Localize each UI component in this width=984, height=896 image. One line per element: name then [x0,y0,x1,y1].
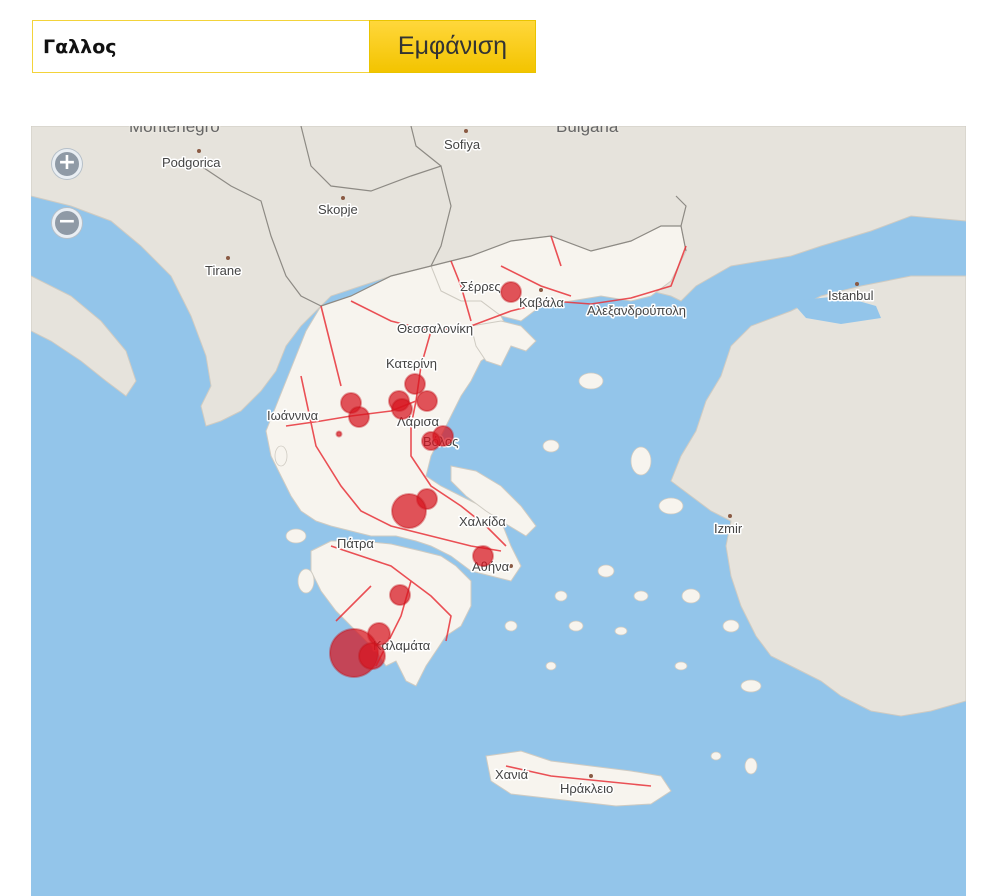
marker-serres[interactable] [500,281,522,303]
city-label-podgorica: Podgorica [162,155,221,170]
marker-kalamata[interactable] [358,642,386,670]
search-bar: Εμφάνιση [32,20,536,73]
map-canvas[interactable]: Montenegro Bulgaria Podgorica Sofiya Sko… [31,126,966,896]
city-label-sofiya: Sofiya [444,137,481,152]
city-label-istanbul: Istanbul [828,288,874,303]
city-label-serres: Σέρρες [460,279,501,294]
zoom-out-button[interactable]: − [52,208,82,238]
zoom-in-button[interactable]: + [52,149,82,179]
marker[interactable] [421,431,441,451]
city-label-alexandroupoli: Αλεξανδρούπολη [587,303,686,318]
marker[interactable] [391,398,413,420]
country-label-bulgaria: Bulgaria [556,126,619,136]
city-label-irakleio: Ηράκλειο [560,781,613,796]
city-label-skopje: Skopje [318,202,358,217]
marker[interactable] [335,430,343,438]
marker-athina[interactable] [472,545,494,567]
city-label-kavala: Καβάλα [519,295,564,310]
search-input[interactable] [32,20,369,73]
map[interactable]: Montenegro Bulgaria Podgorica Sofiya Sko… [31,126,966,896]
marker[interactable] [404,373,426,395]
marker[interactable] [416,390,438,412]
show-button[interactable]: Εμφάνιση [369,20,536,73]
city-label-chalkida: Χαλκίδα [459,514,506,529]
marker[interactable] [348,406,370,428]
country-label-montenegro: Montenegro [129,126,220,136]
city-label-izmir: Izmir [714,521,743,536]
marker[interactable] [389,584,411,606]
city-label-ioannina: Ιωάννινα [267,408,319,423]
city-label-tirane: Tirane [205,263,241,278]
city-label-thessaloniki: Θεσσαλονίκη [397,321,473,336]
marker[interactable] [391,493,427,529]
city-label-chania: Χανιά [495,767,529,782]
city-label-katerini: Κατερίνη [386,356,437,371]
city-label-patra: Πάτρα [337,536,374,551]
